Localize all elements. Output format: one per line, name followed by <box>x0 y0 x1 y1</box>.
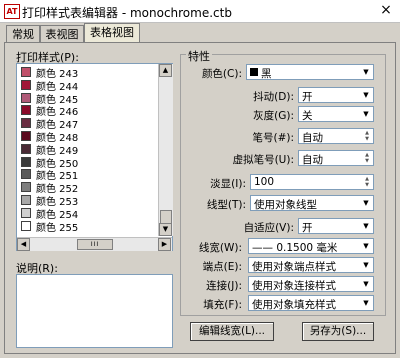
virtual-pen-value: 自动 <box>302 154 323 166</box>
adaptive-label: 自适应(V): <box>243 222 294 234</box>
screening-spinner[interactable]: 100 ▲ ▼ <box>250 174 374 190</box>
list-item[interactable]: 颜色 251 <box>19 168 159 182</box>
edit-lineweights-button[interactable]: 编辑线宽(L)... <box>190 322 274 341</box>
dither-label: 抖动(D): <box>253 91 294 103</box>
chevron-down-icon[interactable]: ▼ <box>360 259 372 271</box>
color-swatch <box>21 67 31 77</box>
grayscale-value: 关 <box>302 110 313 122</box>
list-vertical-scrollbar[interactable]: ▲ ▼ <box>158 64 173 236</box>
linetype-select[interactable]: 使用对象线型 ▼ <box>250 195 374 211</box>
fill-label: 填充(F): <box>203 299 242 311</box>
screening-label: 淡显(I): <box>210 178 246 190</box>
dither-value: 开 <box>302 91 313 103</box>
color-swatch <box>21 195 31 205</box>
description-textarea[interactable] <box>16 274 173 348</box>
list-item[interactable]: 颜色 253 <box>19 194 159 208</box>
color-label: 颜色(C): <box>201 68 242 80</box>
pen-number-spinner[interactable]: 自动 ▲ ▼ <box>298 128 374 144</box>
list-item[interactable]: 颜色 245 <box>19 92 159 106</box>
virtual-pen-spinner[interactable]: 自动 ▲ ▼ <box>298 150 374 166</box>
scroll-down-icon[interactable]: ▼ <box>159 223 172 236</box>
fill-value: 使用对象填充样式 <box>252 299 336 311</box>
scroll-up-icon[interactable]: ▲ <box>159 64 172 77</box>
fill-select[interactable]: 使用对象填充样式 ▼ <box>248 295 374 311</box>
scroll-thumb[interactable] <box>160 210 172 224</box>
color-swatch <box>21 143 31 154</box>
chevron-down-icon[interactable]: ▼ <box>360 66 372 78</box>
screening-value: 100 <box>254 176 275 188</box>
pen-number-value: 自动 <box>302 132 323 144</box>
line-join-label: 连接(J): <box>206 280 242 292</box>
chevron-down-icon[interactable]: ▼ <box>360 240 372 252</box>
virtual-pen-label: 虚拟笔号(U): <box>232 154 294 166</box>
color-swatch <box>21 92 31 103</box>
app-icon: AT <box>4 4 20 19</box>
linetype-label: 线型(T): <box>206 199 246 211</box>
list-item[interactable]: 颜色 255 <box>19 220 159 234</box>
color-swatch <box>21 182 31 193</box>
scroll-left-icon[interactable]: ◀ <box>17 238 30 251</box>
lineweight-select[interactable]: —— 0.1500 毫米 ▼ <box>248 238 374 254</box>
color-swatch <box>21 105 31 116</box>
chevron-down-icon[interactable]: ▼ <box>360 197 372 209</box>
tab-table-view[interactable]: 表视图 <box>40 25 84 43</box>
dither-select[interactable]: 开 ▼ <box>298 87 374 103</box>
grayscale-label: 灰度(G): <box>253 110 294 122</box>
list-item[interactable]: 颜色 252 <box>19 181 159 195</box>
list-item-label: 颜色 255 <box>36 222 79 234</box>
list-item[interactable]: 颜色 243 <box>19 66 159 80</box>
line-end-value: 使用对象端点样式 <box>252 261 336 273</box>
color-value: 黑 <box>261 68 272 80</box>
line-join-value: 使用对象连接样式 <box>252 280 336 292</box>
adaptive-value: 开 <box>302 222 313 234</box>
pen-number-label: 笔号(#): <box>252 132 294 144</box>
tab-general[interactable]: 常规 <box>6 25 40 43</box>
color-swatch <box>21 169 31 180</box>
color-swatch <box>21 156 31 167</box>
adaptive-select[interactable]: 开 ▼ <box>298 218 374 234</box>
scroll-right-icon[interactable]: ▶ <box>158 238 171 251</box>
spin-down-icon[interactable]: ▼ <box>362 182 372 188</box>
tab-form-view[interactable]: 表格视图 <box>84 23 140 43</box>
print-styles-list[interactable]: 颜色 243 颜色 244 颜色 245 颜色 246 颜色 247 颜色 248 颜色 2… <box>16 63 173 251</box>
color-swatch <box>21 131 31 141</box>
list-item[interactable]: 颜色 254 <box>19 207 159 221</box>
scroll-thumb-horizontal[interactable]: III <box>77 239 113 250</box>
window-title: 打印样式表编辑器 - monochrome.ctb <box>22 6 232 20</box>
list-item[interactable]: 颜色 247 <box>19 117 159 131</box>
line-end-label: 端点(E): <box>202 261 242 273</box>
spin-down-icon[interactable]: ▼ <box>362 136 372 142</box>
color-select[interactable]: 黑 ▼ <box>246 64 374 80</box>
color-swatch <box>250 68 258 76</box>
list-item[interactable]: 颜色 248 <box>19 130 159 144</box>
chevron-down-icon[interactable]: ▼ <box>360 108 372 120</box>
save-as-button[interactable]: 另存为(S)... <box>302 322 374 341</box>
chevron-down-icon[interactable]: ▼ <box>360 89 372 101</box>
color-swatch <box>21 220 31 231</box>
grayscale-select[interactable]: 关 ▼ <box>298 106 374 122</box>
lineweight-label: 线宽(W): <box>198 242 242 254</box>
lineweight-value: —— 0.1500 毫米 <box>252 242 338 254</box>
line-join-select[interactable]: 使用对象连接样式 ▼ <box>248 276 374 292</box>
spin-down-icon[interactable]: ▼ <box>362 158 372 164</box>
chevron-down-icon[interactable]: ▼ <box>360 297 372 309</box>
color-swatch <box>21 118 31 129</box>
list-item[interactable]: 颜色 250 <box>19 156 159 170</box>
linetype-value: 使用对象线型 <box>254 199 317 211</box>
color-swatch <box>21 207 31 218</box>
properties-legend: 特性 <box>186 48 212 64</box>
line-end-select[interactable]: 使用对象端点样式 ▼ <box>248 257 374 273</box>
list-horizontal-scrollbar[interactable]: ◀ III ▶ <box>17 237 172 251</box>
chevron-down-icon[interactable]: ▼ <box>360 220 372 232</box>
color-swatch <box>21 79 31 90</box>
close-icon[interactable]: × <box>376 1 396 19</box>
list-item[interactable]: 颜色 244 <box>19 79 159 93</box>
list-item[interactable]: 颜色 246 <box>19 104 159 118</box>
chevron-down-icon[interactable]: ▼ <box>360 278 372 290</box>
list-item[interactable]: 颜色 249 <box>19 143 159 157</box>
